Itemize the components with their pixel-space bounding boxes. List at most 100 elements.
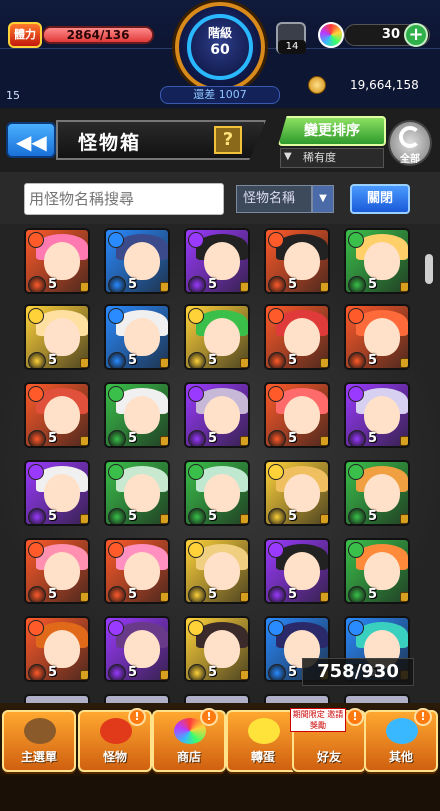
nav-gacha[interactable]: 轉蛋	[226, 710, 300, 772]
monster-card[interactable]: 5	[104, 616, 170, 682]
skill-icon	[28, 664, 46, 680]
monster-card[interactable]: 5	[264, 538, 330, 604]
lock-icon	[160, 282, 168, 292]
back-button[interactable]: ◀◀	[6, 122, 56, 158]
monster-card[interactable]: 5	[184, 616, 250, 682]
skill-icon	[348, 586, 366, 602]
monster-face	[204, 474, 240, 512]
monster-card[interactable]: 5	[344, 382, 410, 448]
monster-card[interactable]: 5	[344, 304, 410, 370]
element-icon	[188, 620, 204, 636]
monster-level: 5	[368, 277, 378, 292]
monster-card[interactable]: 5	[24, 382, 90, 448]
monster-card[interactable]: 5	[24, 460, 90, 526]
element-icon	[108, 542, 124, 558]
monster-card[interactable]: 5	[264, 460, 330, 526]
help-button[interactable]: ?	[214, 126, 242, 154]
skill-icon	[108, 508, 126, 524]
scrollbar[interactable]	[425, 254, 433, 284]
monster-card[interactable]: 5	[104, 460, 170, 526]
monster-face	[44, 396, 80, 434]
search-input[interactable]	[24, 183, 224, 215]
monster-card[interactable]: 5	[184, 538, 250, 604]
monster-card[interactable]: 5	[24, 538, 90, 604]
monster-face	[124, 552, 160, 590]
search-type-select[interactable]: 怪物名稱	[236, 185, 312, 213]
monster-card[interactable]: 5	[104, 304, 170, 370]
skill-icon	[268, 276, 286, 292]
monster-face	[204, 552, 240, 590]
monster-face	[204, 396, 240, 434]
buy-orb-button[interactable]: +	[404, 23, 428, 47]
monster-box-screen: 體力 2864/136 階級 60 還差 1007 14 30 + 15 19,…	[0, 0, 440, 811]
monster-level: 5	[48, 277, 58, 292]
skill-icon	[28, 508, 46, 524]
skill-icon	[268, 430, 286, 446]
monster-card[interactable]: 5	[104, 382, 170, 448]
monster-face	[204, 242, 240, 280]
close-search-button[interactable]: 關閉	[350, 184, 410, 214]
monster-card[interactable]: 5	[184, 460, 250, 526]
monster-level: 5	[288, 587, 298, 602]
exp-remaining: 還差 1007	[160, 86, 280, 104]
skill-icon	[188, 276, 206, 292]
monster-level: 5	[208, 509, 218, 524]
monster-card[interactable]: 5	[344, 460, 410, 526]
element-icon	[28, 464, 44, 480]
skill-icon	[28, 276, 46, 292]
nav-main-menu[interactable]: 主選單	[2, 710, 76, 772]
monster-card[interactable]: 5	[264, 304, 330, 370]
lock-icon	[240, 436, 248, 446]
element-icon	[188, 464, 204, 480]
monster-face	[364, 396, 400, 434]
monster-face	[364, 474, 400, 512]
monster-card[interactable]: 5	[344, 228, 410, 294]
element-icon	[268, 620, 284, 636]
monster-card[interactable]: 5	[104, 538, 170, 604]
lock-icon	[240, 670, 248, 680]
monster-level: 5	[288, 665, 298, 680]
element-icon	[268, 464, 284, 480]
monster-face	[124, 474, 160, 512]
element-icon	[268, 542, 284, 558]
monster-card[interactable]: 5	[104, 228, 170, 294]
lock-icon	[160, 436, 168, 446]
lock-icon	[80, 436, 88, 446]
monster-card[interactable]: 5	[184, 382, 250, 448]
nav-other-label: 其他	[388, 750, 413, 764]
monster-level: 5	[288, 509, 298, 524]
monster-card[interactable]: 5	[24, 228, 90, 294]
element-icon	[188, 308, 204, 324]
friend-alert-icon: !	[346, 708, 364, 726]
monster-card[interactable]: 5	[24, 616, 90, 682]
skill-icon	[348, 352, 366, 368]
monster-level: 5	[208, 353, 218, 368]
element-icon	[28, 308, 44, 324]
monster-card[interactable]: 5	[264, 382, 330, 448]
monster-card[interactable]: 5	[184, 228, 250, 294]
monster-card[interactable]: 5	[184, 304, 250, 370]
element-icon	[348, 464, 364, 480]
rank-badge[interactable]: 階級 60	[175, 2, 265, 92]
monster-card[interactable]: 5	[24, 304, 90, 370]
chevron-down-icon[interactable]: ▼	[312, 185, 334, 213]
element-icon	[108, 308, 124, 324]
lock-icon	[160, 358, 168, 368]
sort-button[interactable]: 變更排序	[278, 116, 386, 146]
box-count: 758/930	[302, 658, 414, 686]
bottom-strip	[0, 776, 440, 811]
gift-count: 14	[278, 40, 306, 54]
monster-level: 5	[48, 509, 58, 524]
monster-card[interactable]: 5	[344, 538, 410, 604]
lock-icon	[80, 358, 88, 368]
skill-icon	[348, 276, 366, 292]
monster-face	[284, 396, 320, 434]
monster-level: 5	[368, 587, 378, 602]
monster-card[interactable]: 5	[264, 228, 330, 294]
all-filter-button[interactable]: 全部	[388, 120, 432, 166]
lock-icon	[320, 514, 328, 524]
element-icon	[348, 308, 364, 324]
monster-face	[44, 318, 80, 356]
element-icon	[348, 386, 364, 402]
hut-icon	[24, 718, 56, 744]
